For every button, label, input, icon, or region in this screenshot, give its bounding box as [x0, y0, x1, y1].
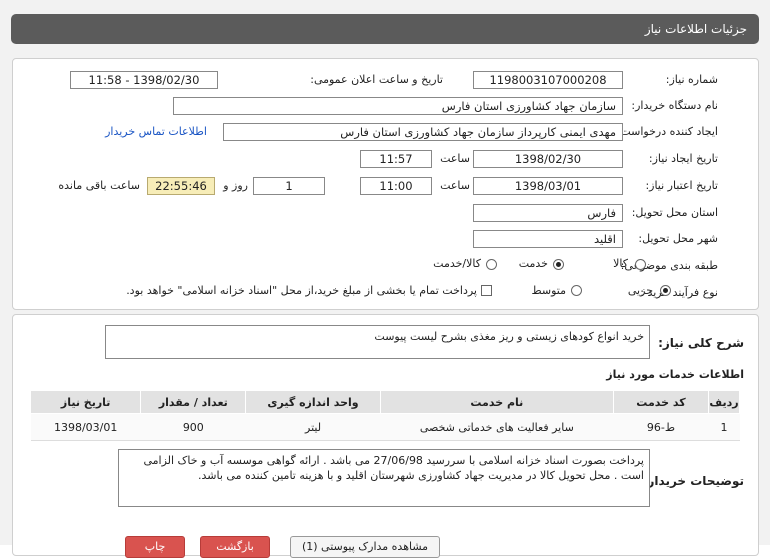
treasury-checkbox[interactable]	[481, 285, 492, 296]
process-option-minor: جزیی	[627, 284, 653, 297]
province-field[interactable]: فارس	[473, 204, 623, 222]
buyer-notes-label: توضیحات خریدار:	[642, 474, 744, 488]
col-service-name: نام خدمت	[379, 390, 614, 414]
city-field[interactable]: اقلید	[473, 230, 623, 248]
col-quantity: تعداد / مقدار	[140, 390, 247, 414]
view-attachments-button[interactable]: مشاهده مدارک پیوستی (1)	[290, 536, 440, 558]
created-time-label: ساعت	[440, 152, 470, 165]
category-radio-goods-service[interactable]	[486, 259, 497, 270]
buyer-org-label: نام دستگاه خریدار:	[631, 99, 718, 112]
remaining-time-label: ساعت باقی مانده	[58, 179, 140, 192]
city-label: شهر محل تحویل:	[638, 232, 718, 245]
cell-row: 1	[708, 413, 740, 441]
process-radio-medium[interactable]	[571, 285, 582, 296]
col-need-date: تاریخ نیاز	[29, 390, 142, 414]
announce-datetime-field[interactable]: 1398/02/30 - 11:58	[70, 71, 218, 89]
col-unit: واحد اندازه گیری	[245, 390, 381, 414]
validity-date-label: تاریخ اعتبار نیاز:	[645, 179, 718, 192]
buyer-org-field[interactable]: سازمان جهاد کشاورزی استان فارس	[173, 97, 623, 115]
summary-field[interactable]: خرید انواع کودهای زیستی و ریز مغذی بشرح …	[105, 325, 650, 359]
page-header: جزئیات اطلاعات نیاز	[11, 14, 759, 44]
created-time-field[interactable]: 11:57	[360, 150, 432, 168]
validity-time-label: ساعت	[440, 179, 470, 192]
cell-service-code: ط-96	[613, 413, 709, 441]
process-radio-minor[interactable]	[660, 285, 671, 296]
table-row: 1 ط-96 سایر فعالیت های خدماتی شخصی لیتر …	[30, 413, 740, 441]
created-date-label: تاریخ ایجاد نیاز:	[648, 152, 718, 165]
validity-time-field[interactable]: 11:00	[360, 177, 432, 195]
validity-days-label: روز و	[223, 179, 248, 192]
requester-field[interactable]: مهدی ایمنی کارپرداز سازمان جهاد کشاورزی …	[223, 123, 623, 141]
category-radio-service[interactable]	[553, 259, 564, 270]
category-option-goods: کالا	[613, 257, 628, 270]
cell-unit: لیتر	[245, 413, 381, 441]
created-date-field[interactable]: 1398/02/30	[473, 150, 623, 168]
category-option-service: خدمت	[518, 257, 548, 270]
services-section-title: اطلاعات خدمات مورد نیاز	[606, 368, 744, 381]
need-number-label: شماره نیاز:	[665, 73, 718, 86]
validity-days-field[interactable]: 1	[253, 177, 325, 195]
back-button[interactable]: بازگشت	[200, 536, 270, 558]
treasury-note: پرداخت تمام یا بخشی از مبلغ خرید،از محل …	[126, 284, 477, 297]
cell-service-name: سایر فعالیت های خدماتی شخصی	[380, 413, 614, 441]
process-option-medium: متوسط	[531, 284, 566, 297]
validity-date-field[interactable]: 1398/03/01	[473, 177, 623, 195]
cell-quantity: 900	[140, 413, 246, 441]
col-service-code: کد خدمت	[612, 390, 710, 414]
buyer-notes-field[interactable]: پرداخت بصورت اسناد خزانه اسلامی با سررسی…	[118, 449, 650, 507]
page-title: جزئیات اطلاعات نیاز	[644, 22, 747, 36]
category-radio-goods[interactable]	[635, 259, 646, 270]
services-table: ردیف کد خدمت نام خدمت واحد اندازه گیری ت…	[29, 390, 740, 441]
col-row: ردیف	[708, 390, 740, 414]
need-number-field[interactable]: 1198003107000208	[473, 71, 623, 89]
category-option-goods-service: کالا/خدمت	[433, 257, 481, 270]
requester-label: ایجاد کننده درخواست:	[616, 125, 718, 138]
province-label: استان محل تحویل:	[631, 206, 718, 219]
services-table-header: ردیف کد خدمت نام خدمت واحد اندازه گیری ت…	[29, 390, 740, 414]
summary-label: شرح کلی نیاز:	[658, 336, 744, 350]
buyer-contact-link[interactable]: اطلاعات تماس خریدار	[105, 125, 207, 138]
print-button[interactable]: چاپ	[125, 536, 185, 558]
cell-need-date: 1398/03/01	[30, 413, 141, 441]
announce-datetime-label: تاریخ و ساعت اعلان عمومی:	[310, 73, 443, 86]
page: جزئیات اطلاعات نیاز شماره نیاز: 11980031…	[0, 0, 770, 558]
remaining-time-field: 22:55:46	[147, 177, 215, 195]
